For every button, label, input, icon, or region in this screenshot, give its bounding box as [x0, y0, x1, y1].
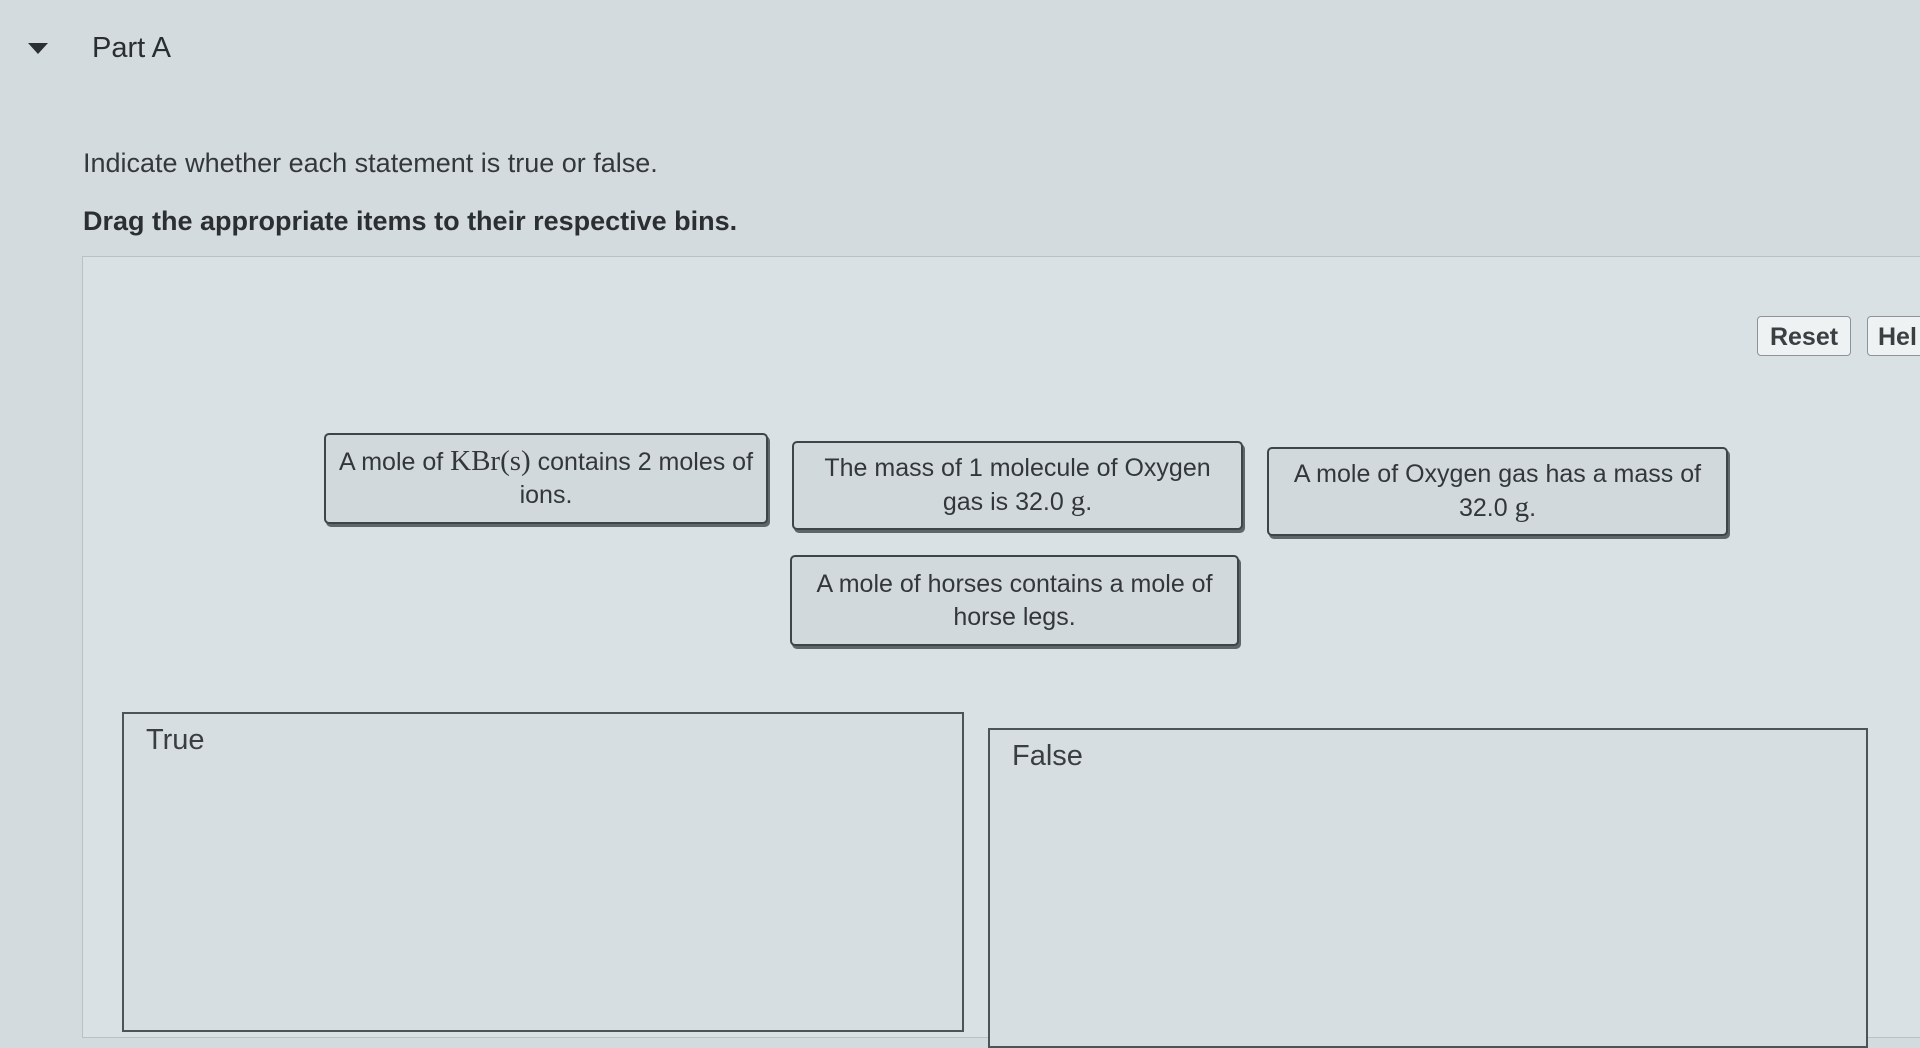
triangle-down-icon[interactable] [28, 43, 48, 54]
part-title: Part A [92, 32, 171, 64]
card-text: A mole of KBr(s) contains 2 moles of ion… [338, 445, 754, 509]
card-text: A mole of horses contains a mole of hors… [816, 569, 1213, 631]
draggable-card-horses[interactable]: A mole of horses contains a mole of hors… [790, 555, 1239, 646]
card-math: KBr(s) [450, 445, 531, 477]
false-bin[interactable]: False [988, 728, 1868, 1048]
draggable-card-kbr[interactable]: A mole of KBr(s) contains 2 moles of ion… [324, 433, 768, 524]
false-bin-label: False [1012, 740, 1083, 772]
true-bin-label: True [146, 724, 205, 756]
draggable-card-oxygen-molecule-mass[interactable]: The mass of 1 molecule of Oxygen gas is … [792, 441, 1243, 530]
instruction-drag-text: Drag the appropriate items to their resp… [83, 206, 738, 236]
card-text: A mole of Oxygen gas has a mass of 32.0 … [1293, 460, 1702, 523]
card-text: The mass of 1 molecule of Oxygen gas is … [824, 454, 1211, 517]
true-bin[interactable]: True [122, 712, 964, 1032]
instruction-text: Indicate whether each statement is true … [83, 148, 658, 178]
help-button[interactable]: Hel [1867, 316, 1920, 356]
part-header[interactable]: Part A [28, 32, 171, 65]
card-math: g [1514, 491, 1530, 523]
reset-button[interactable]: Reset [1757, 316, 1851, 356]
card-math: g [1070, 485, 1086, 517]
draggable-card-oxygen-mole-mass[interactable]: A mole of Oxygen gas has a mass of 32.0 … [1267, 447, 1728, 536]
